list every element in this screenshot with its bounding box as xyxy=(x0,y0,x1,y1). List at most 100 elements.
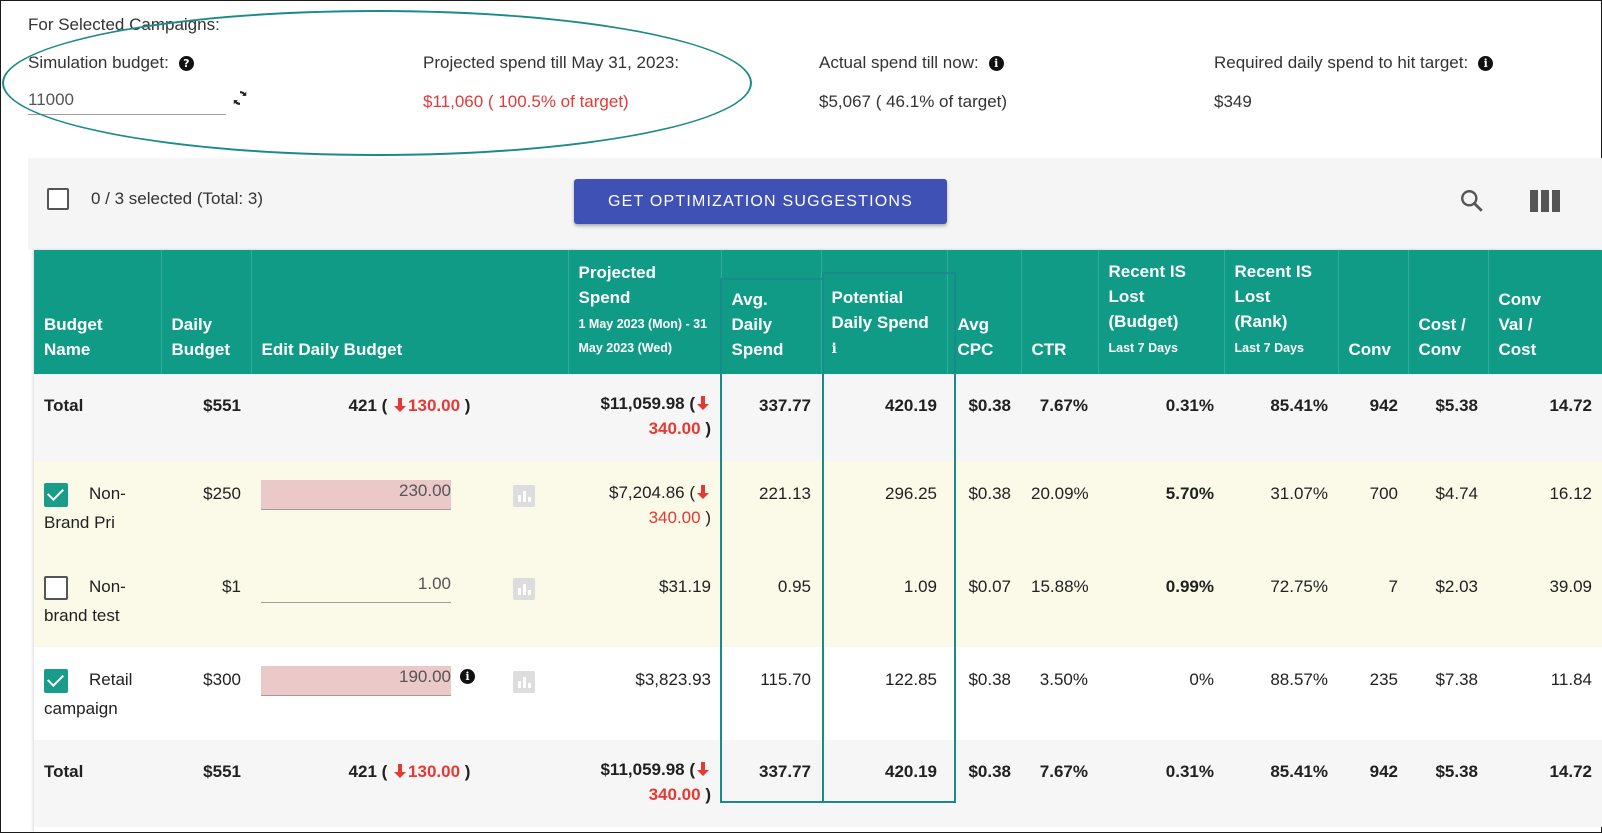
avg-cpc: $0.38 xyxy=(947,647,1021,740)
actual-spend-value: $5,067 ( 46.1% of target) xyxy=(819,92,1008,111)
required-spend-label: Required daily spend to hit target: i xyxy=(1214,53,1494,73)
avg-daily-spend: 115.70 xyxy=(721,647,821,740)
avg-daily-spend: 0.95 xyxy=(721,554,821,647)
conv-val-cost: 11.84 xyxy=(1488,647,1602,740)
total-avg-cpc: $0.38 xyxy=(947,374,1021,461)
total-potential: 420.19 xyxy=(821,740,947,827)
cost-per-conv: $7.38 xyxy=(1408,647,1488,740)
col-avg-cpc[interactable]: Avg CPC xyxy=(947,250,1022,374)
total-row: Total $551 421 ( 130.00 ) $11,059.98 ( 3… xyxy=(34,374,1602,461)
col-projected-spend[interactable]: Projected Spend 1 May 2023 (Mon) - 31 May … xyxy=(568,250,722,374)
row-checkbox[interactable] xyxy=(44,483,68,507)
edit-daily-budget-input[interactable]: 1.00 xyxy=(261,573,451,603)
actual-spend-label-text: Actual spend till now: xyxy=(819,53,979,72)
campaign-table: Budget Name Daily Budget Edit Daily Budget… xyxy=(34,250,1602,827)
arrow-down-icon xyxy=(697,396,709,410)
total-avg-cpc: $0.38 xyxy=(947,740,1021,827)
arrow-down-icon xyxy=(394,764,407,778)
col-conv[interactable]: Conv xyxy=(1338,250,1409,374)
col-potential-daily-spend[interactable]: Potential Daily Spend i xyxy=(821,250,948,374)
row-checkbox[interactable] xyxy=(44,669,68,693)
simulation-budget-input[interactable] xyxy=(28,86,226,115)
info-icon[interactable]: i xyxy=(1478,55,1494,71)
required-spend-label-text: Required daily spend to hit target: xyxy=(1214,53,1469,72)
arrow-down-icon xyxy=(394,398,407,412)
ctr: 3.50% xyxy=(1021,647,1098,740)
table-row[interactable]: Non-brand test $1 1.00 $31.19 0.95 1.09 … xyxy=(34,554,1602,647)
projected-spend: $31.19 xyxy=(568,554,721,647)
col-edit-daily-budget[interactable]: Edit Daily Budget xyxy=(251,250,569,374)
total-cost-conv: $5.38 xyxy=(1408,374,1488,461)
cost-per-conv: $2.03 xyxy=(1408,554,1488,647)
total-edit-budget: 421 ( 130.00 ) xyxy=(251,740,568,827)
columns-icon[interactable] xyxy=(1530,190,1560,212)
table-row[interactable]: Retail campaign $300 190.00 i $3,823.93 1… xyxy=(34,647,1602,740)
cost-per-conv: $4.74 xyxy=(1408,461,1488,554)
total-conv: 942 xyxy=(1338,374,1408,461)
total-potential: 420.19 xyxy=(821,374,947,461)
conv: 7 xyxy=(1338,554,1408,647)
total-label: Total xyxy=(34,740,161,827)
col-avg-daily-spend[interactable]: Avg. Daily Spend xyxy=(721,250,822,374)
total-daily-budget: $551 xyxy=(161,740,251,827)
search-icon[interactable] xyxy=(1459,188,1485,214)
edit-budget-cell: 1.00 xyxy=(251,554,568,647)
projected-spend: $7,204.86 ( 340.00 ) xyxy=(568,461,721,554)
arrow-down-icon xyxy=(697,762,709,776)
total-cost-conv: $5.38 xyxy=(1408,740,1488,827)
avg-daily-spend: 221.13 xyxy=(721,461,821,554)
get-optimization-suggestions-button[interactable]: GET OPTIMIZATION SUGGESTIONS xyxy=(574,179,947,224)
edit-daily-budget-input[interactable]: 190.00 xyxy=(261,666,451,696)
conv-val-cost: 16.12 xyxy=(1488,461,1602,554)
bar-chart-icon[interactable] xyxy=(513,578,535,600)
potential-daily-spend: 296.25 xyxy=(821,461,947,554)
projected-spend-value: $11,060 ( 100.5% of target) xyxy=(423,92,629,111)
total-row: Total $551 421 ( 130.00 ) $11,059.98 ( 3… xyxy=(34,740,1602,827)
refresh-icon[interactable] xyxy=(230,88,250,108)
total-daily-budget: $551 xyxy=(161,374,251,461)
potential-daily-spend: 1.09 xyxy=(821,554,947,647)
total-label: Total xyxy=(34,374,161,461)
col-conv-val-cost[interactable]: Conv Val / Cost xyxy=(1488,250,1602,374)
avg-cpc: $0.38 xyxy=(947,461,1021,554)
total-avg-daily: 337.77 xyxy=(721,740,821,827)
is-lost-rank: 31.07% xyxy=(1224,461,1338,554)
avg-cpc: $0.07 xyxy=(947,554,1021,647)
daily-budget: $300 xyxy=(161,647,251,740)
simulation-budget-label-text: Simulation budget: xyxy=(28,53,169,72)
potential-daily-spend: 122.85 xyxy=(821,647,947,740)
row-checkbox[interactable] xyxy=(44,576,68,600)
table-header-row: Budget Name Daily Budget Edit Daily Budget… xyxy=(34,250,1602,374)
total-conv-val: 14.72 xyxy=(1488,740,1602,827)
total-is-rank: 85.41% xyxy=(1224,740,1338,827)
total-avg-daily: 337.77 xyxy=(721,374,821,461)
table-row[interactable]: Non- Brand Pri $250 230.00 $7,204.86 ( 34… xyxy=(34,461,1602,554)
total-ctr: 7.67% xyxy=(1021,740,1098,827)
conv: 700 xyxy=(1338,461,1408,554)
col-is-lost-budget[interactable]: Recent IS Lost (Budget) Last 7 Days xyxy=(1098,250,1225,374)
ctr: 15.88% xyxy=(1021,554,1098,647)
col-is-lost-rank[interactable]: Recent IS Lost (Rank) Last 7 Days xyxy=(1224,250,1339,374)
info-icon[interactable]: i xyxy=(832,337,839,362)
total-edit-budget: 421 ( 130.00 ) xyxy=(251,374,568,461)
actual-spend-label: Actual spend till now: i xyxy=(819,53,1004,73)
bar-chart-icon[interactable] xyxy=(513,485,535,507)
select-all-checkbox[interactable] xyxy=(47,188,69,210)
info-icon[interactable]: i xyxy=(988,55,1004,71)
col-ctr[interactable]: CTR xyxy=(1021,250,1099,374)
bar-chart-icon[interactable] xyxy=(513,671,535,693)
total-conv-val: 14.72 xyxy=(1488,374,1602,461)
simulation-budget-label: Simulation budget: ? xyxy=(28,53,194,73)
col-cost-per-conv[interactable]: Cost / Conv xyxy=(1408,250,1489,374)
selection-count: 0 / 3 selected (Total: 3) xyxy=(91,189,263,208)
total-is-rank: 85.41% xyxy=(1224,374,1338,461)
total-projected-spend: $11,059.98 ( 340.00 ) xyxy=(568,374,721,461)
is-lost-rank: 72.75% xyxy=(1224,554,1338,647)
edit-daily-budget-input[interactable]: 230.00 xyxy=(261,480,451,510)
col-budget-name[interactable]: Budget Name xyxy=(34,250,162,374)
info-icon[interactable]: i xyxy=(460,669,475,684)
summary-heading: For Selected Campaigns: xyxy=(28,15,220,34)
col-daily-budget[interactable]: Daily Budget xyxy=(161,250,252,374)
ctr: 20.09% xyxy=(1021,461,1098,554)
help-icon[interactable]: ? xyxy=(178,55,194,71)
